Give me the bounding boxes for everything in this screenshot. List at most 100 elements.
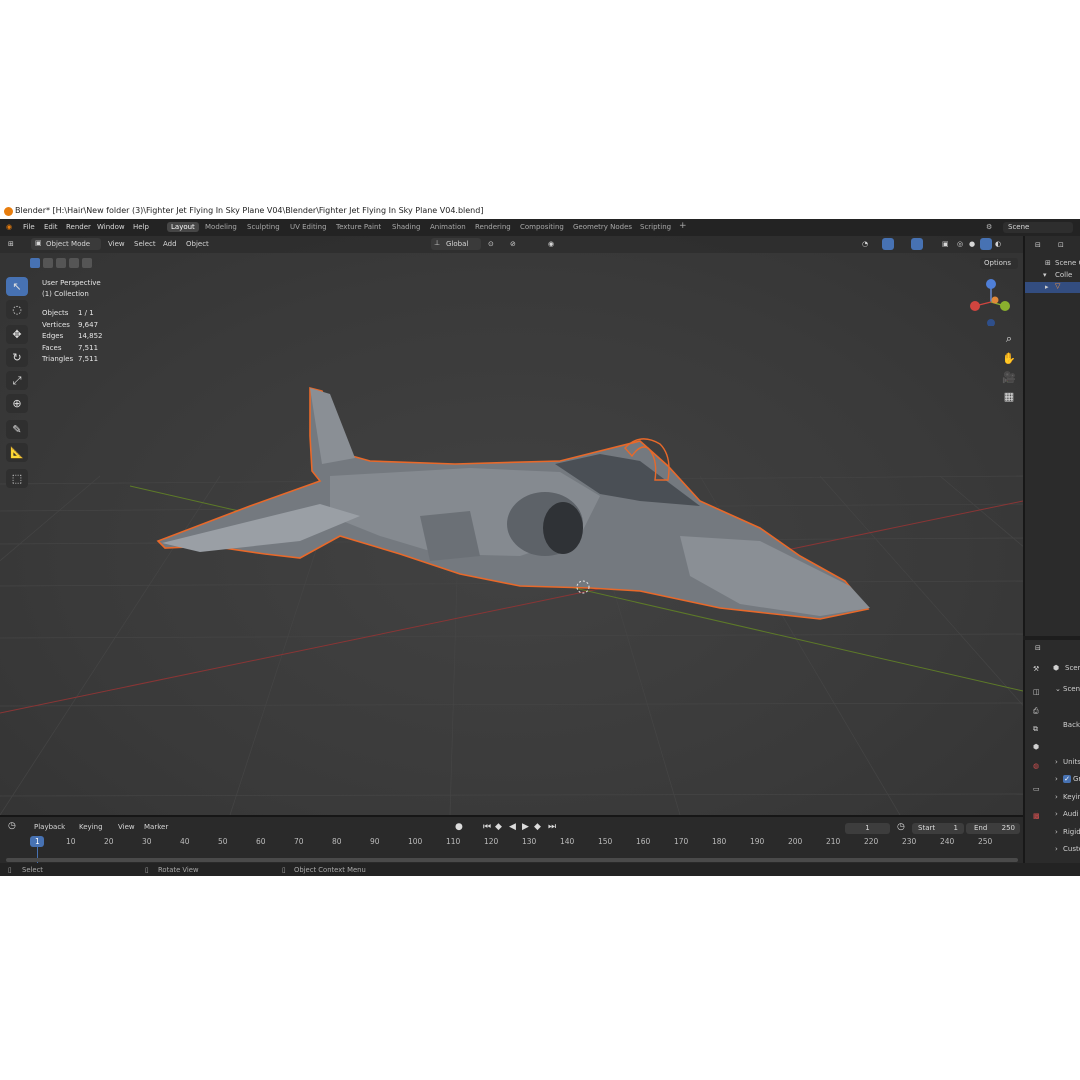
menu-help[interactable]: Help — [133, 223, 149, 231]
add-cube-tool-icon[interactable]: ⬚ — [6, 469, 28, 488]
texture-tab-icon[interactable]: ▩ — [1033, 812, 1040, 820]
panel-gravity[interactable]: Gr — [1073, 775, 1080, 783]
units-expand-icon[interactable]: › — [1055, 758, 1058, 766]
stat-faces-label: Faces — [42, 344, 62, 352]
editor-type-icon[interactable]: ⊞ — [8, 240, 14, 248]
rigid-expand-icon[interactable]: › — [1055, 828, 1058, 836]
mode-selector[interactable]: ▣ Object Mode — [31, 238, 101, 250]
visibility-icon[interactable]: ◔ — [862, 240, 868, 248]
snap-icon[interactable]: ⊘ — [510, 240, 516, 248]
collection-expand-icon[interactable]: ▾ — [1043, 271, 1047, 279]
tab-modeling[interactable]: Modeling — [205, 223, 237, 231]
viewport-menu-object[interactable]: Object — [186, 240, 209, 248]
panel-custom-properties[interactable]: Custo — [1063, 845, 1080, 853]
gizmo-toggle-icon[interactable] — [882, 238, 894, 250]
xray-icon[interactable]: ▣ — [942, 240, 949, 248]
panel-keying[interactable]: Keyin — [1063, 793, 1080, 801]
proportional-edit-icon[interactable]: ◉ — [548, 240, 554, 248]
gravity-expand-icon[interactable]: › — [1055, 775, 1058, 783]
pivot-point-icon[interactable]: ⊙ — [488, 240, 494, 248]
properties-editor-icon[interactable]: ⊟ — [1035, 644, 1041, 652]
panel-units[interactable]: Units — [1063, 758, 1080, 766]
3d-viewport[interactable]: ⊞ ▣ Object Mode View Select Add Object ⊥… — [0, 236, 1023, 815]
scene-section-expand-icon[interactable]: ⌄ — [1055, 685, 1061, 693]
custom-expand-icon[interactable]: › — [1055, 845, 1058, 853]
cursor-tool-icon[interactable]: ◌ — [6, 300, 28, 319]
timeline-editor[interactable]: ◷ Playback Keying View Marker ● ⏮ ◆ ◀ ▶ … — [0, 815, 1023, 865]
measure-tool-icon[interactable]: 📐 — [6, 443, 28, 462]
gizmo-z-icon[interactable] — [986, 279, 996, 289]
add-workspace-button[interactable]: + — [679, 221, 687, 231]
outliner-scene-label[interactable]: Scene C — [1055, 259, 1080, 267]
outliner-selected-row[interactable]: ▸ ▽ — [1025, 282, 1080, 293]
select-intersect-icon[interactable] — [82, 258, 92, 268]
menu-file[interactable]: File — [23, 223, 35, 231]
viewport-menu-add[interactable]: Add — [163, 240, 177, 248]
move-tool-icon[interactable]: ✥ — [6, 325, 28, 344]
tool-tab-icon[interactable]: ⚒ — [1033, 665, 1039, 673]
select-invert-icon[interactable] — [69, 258, 79, 268]
tab-shading[interactable]: Shading — [392, 223, 420, 231]
viewport-menu-select[interactable]: Select — [134, 240, 156, 248]
perspective-toggle-icon[interactable]: ▦ — [999, 390, 1019, 407]
material-shading-icon[interactable] — [980, 238, 992, 250]
keying-expand-icon[interactable]: › — [1055, 793, 1058, 801]
panel-audio[interactable]: Audi — [1063, 810, 1079, 818]
zoom-icon[interactable]: ⌕ — [999, 332, 1019, 349]
overlay-toggle-icon[interactable] — [911, 238, 923, 250]
frame-tick-label: 90 — [370, 837, 380, 846]
panel-rigid-body[interactable]: Rigid — [1063, 828, 1080, 836]
viewport-menu-view[interactable]: View — [108, 240, 125, 248]
menu-render[interactable]: Render — [66, 223, 91, 231]
transform-tool-icon[interactable]: ⊕ — [6, 394, 28, 413]
tab-rendering[interactable]: Rendering — [475, 223, 511, 231]
scene-tab-icon[interactable]: ⬢ — [1033, 743, 1039, 751]
select-box-tool[interactable]: ↖ — [6, 277, 28, 296]
tab-animation[interactable]: Animation — [430, 223, 466, 231]
select-subtract-icon[interactable] — [56, 258, 66, 268]
outliner-filter-icon[interactable]: ⊡ — [1058, 241, 1064, 249]
tab-layout[interactable]: Layout — [167, 222, 199, 232]
tab-scripting[interactable]: Scripting — [640, 223, 671, 231]
outliner-editor-icon[interactable]: ⊟ — [1035, 241, 1041, 249]
audio-expand-icon[interactable]: › — [1055, 810, 1058, 818]
gravity-checkbox[interactable]: ✓ — [1063, 775, 1071, 783]
transform-orientation-selector[interactable]: ⊥ Global — [431, 238, 481, 250]
select-new-icon[interactable] — [30, 258, 40, 268]
gizmo-y-icon[interactable] — [1000, 301, 1010, 311]
scene-selector[interactable]: Scene — [1003, 222, 1073, 233]
solid-shading-icon[interactable]: ● — [969, 240, 975, 248]
outliner-collection-label[interactable]: Colle — [1055, 271, 1072, 279]
tab-sculpting[interactable]: Sculpting — [247, 223, 280, 231]
blender-menu-icon[interactable]: ◉ — [6, 223, 12, 231]
wireframe-shading-icon[interactable]: ◎ — [957, 240, 963, 248]
frame-tick-label: 220 — [864, 837, 879, 846]
camera-view-icon[interactable]: 🎥 — [999, 371, 1019, 388]
tab-uv-editing[interactable]: UV Editing — [290, 223, 327, 231]
orientation-label: Global — [446, 240, 469, 248]
view-layer-tab-icon[interactable]: ⧉ — [1033, 725, 1038, 734]
scene-section-label[interactable]: Scene — [1063, 685, 1080, 693]
top-menu-bar: ◉ File Edit Render Window Help Layout Mo… — [0, 219, 1080, 236]
collection-tab-icon[interactable]: ▭ — [1033, 785, 1040, 793]
rendered-shading-icon[interactable]: ◐ — [995, 240, 1001, 248]
render-tab-icon[interactable]: ◫ — [1033, 688, 1040, 696]
select-extend-icon[interactable] — [43, 258, 53, 268]
fighter-jet-model[interactable] — [156, 386, 870, 620]
scale-tool-icon[interactable]: ⤢ — [6, 371, 28, 390]
tab-compositing[interactable]: Compositing — [520, 223, 564, 231]
timeline-scrollbar[interactable] — [6, 858, 1018, 862]
rotate-tool-icon[interactable]: ↻ — [6, 348, 28, 367]
menu-window[interactable]: Window — [97, 223, 125, 231]
options-button[interactable]: Options — [980, 258, 1018, 269]
output-tab-icon[interactable]: ⎙ — [1033, 707, 1039, 716]
pan-hand-icon[interactable]: ✋ — [999, 352, 1019, 369]
gizmo-x-icon[interactable] — [970, 301, 980, 311]
tab-texture-paint[interactable]: Texture Paint — [336, 223, 381, 231]
menu-edit[interactable]: Edit — [44, 223, 58, 231]
annotate-tool-icon[interactable]: ✎ — [6, 420, 28, 439]
navigation-gizmo[interactable] — [965, 276, 1015, 326]
tab-geometry-nodes[interactable]: Geometry Nodes — [573, 223, 632, 231]
world-tab-icon[interactable]: ◍ — [1033, 762, 1039, 770]
mouse-middle-icon: ▯ — [145, 866, 149, 874]
